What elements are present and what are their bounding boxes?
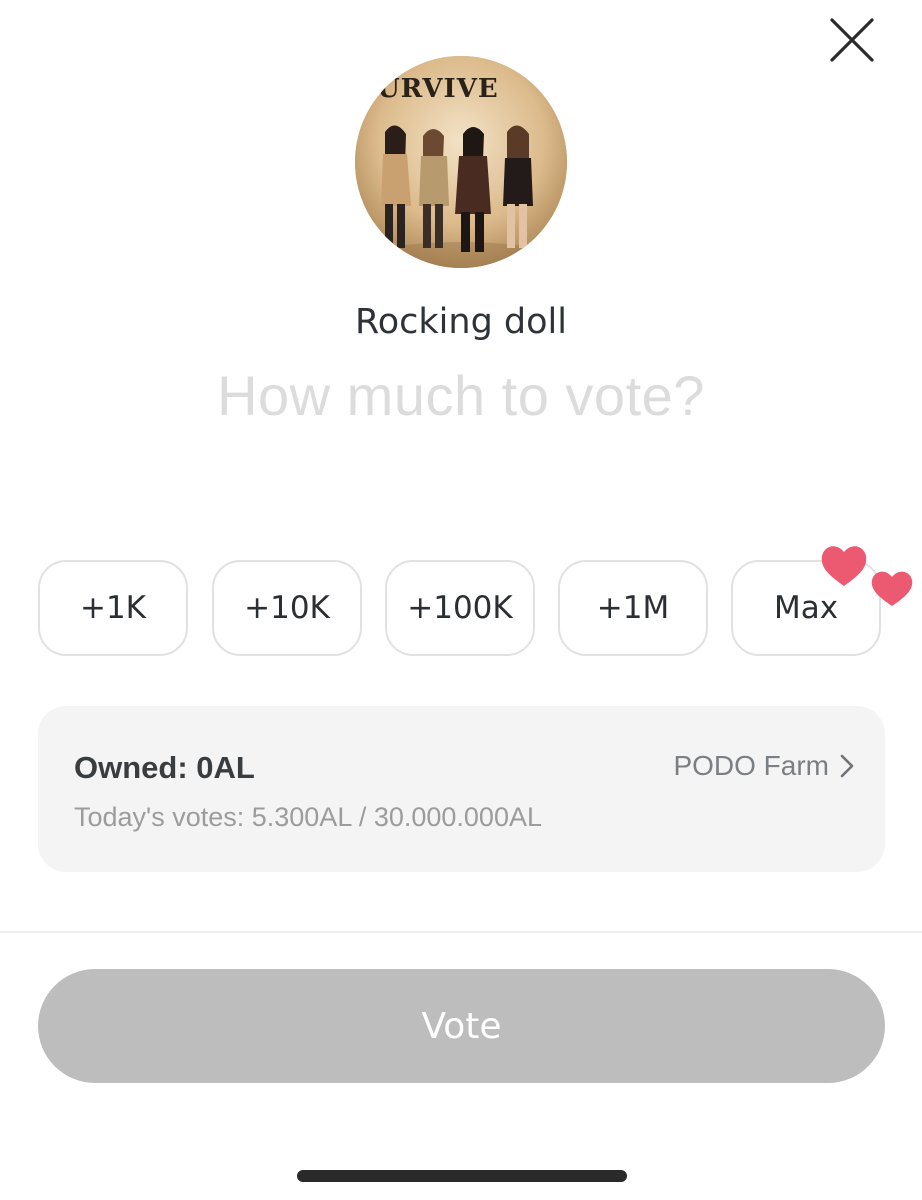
- vote-amount-prompt[interactable]: How much to vote?: [0, 363, 922, 428]
- podo-farm-link[interactable]: PODO Farm: [673, 750, 855, 782]
- close-icon: [830, 18, 874, 62]
- amount-options: +1K +10K +100K +1M Max: [38, 560, 886, 660]
- target-name: Rocking doll: [355, 302, 567, 342]
- close-button[interactable]: [826, 14, 878, 66]
- amount-button-1m[interactable]: +1M: [558, 560, 708, 656]
- divider: [0, 931, 922, 933]
- vote-dialog: URVIVE Rocking doll How much to vote? +1…: [0, 0, 922, 1200]
- vote-button[interactable]: Vote: [38, 969, 885, 1083]
- amount-button-10k[interactable]: +10K: [212, 560, 362, 656]
- home-indicator[interactable]: [297, 1170, 627, 1182]
- balance-card: Owned: 0AL Today's votes: 5.300AL / 30.0…: [38, 706, 885, 872]
- owned-balance: Owned: 0AL: [74, 750, 255, 785]
- podo-farm-label: PODO Farm: [673, 750, 829, 781]
- amount-button-1k[interactable]: +1K: [38, 560, 188, 656]
- todays-votes: Today's votes: 5.300AL / 30.000.000AL: [74, 802, 542, 832]
- hearts-icon: [821, 546, 913, 606]
- chevron-right-icon: [840, 754, 854, 778]
- target-avatar: URVIVE: [355, 56, 567, 268]
- avatar-caption: URVIVE: [377, 74, 499, 104]
- amount-button-100k[interactable]: +100K: [385, 560, 535, 656]
